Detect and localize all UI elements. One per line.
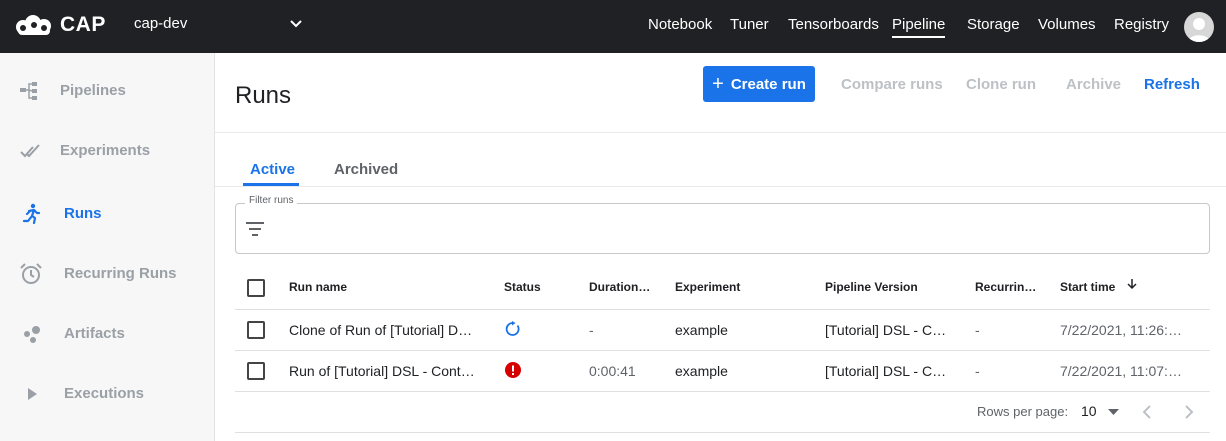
namespace-select[interactable]: cap-dev (134, 15, 187, 32)
column-header-experiment[interactable]: Experiment (675, 280, 740, 294)
refresh-button[interactable]: Refresh (1144, 76, 1200, 93)
sidebar-item-executions[interactable]: Executions (0, 373, 214, 413)
column-header-recurring[interactable]: Recurrin… (975, 280, 1036, 294)
sidebar-item-label: Pipelines (60, 82, 126, 99)
duration-cell: 0:00:41 (589, 363, 636, 379)
column-header-run-name[interactable]: Run name (289, 280, 347, 294)
play-icon (28, 388, 37, 400)
running-status-icon (505, 321, 520, 336)
column-header-start-time[interactable]: Start time (1060, 280, 1115, 294)
duration-cell: - (589, 322, 594, 338)
row-divider (235, 350, 1210, 351)
topnav-registry[interactable]: Registry (1114, 16, 1169, 33)
brand-name: CAP (60, 13, 106, 36)
row-checkbox[interactable] (247, 321, 265, 339)
filter-runs-input[interactable] (235, 203, 1210, 254)
clone-run-button[interactable]: Clone run (966, 76, 1036, 93)
create-run-label: Create run (730, 75, 806, 93)
topnav-volumes[interactable]: Volumes (1038, 16, 1096, 33)
archive-button[interactable]: Archive (1066, 76, 1121, 93)
run-name-link[interactable]: Clone of Run of [Tutorial] D… (289, 322, 472, 338)
pipeline-version-link[interactable]: [Tutorial] DSL - C… (825, 322, 946, 338)
previous-page-icon[interactable] (1141, 404, 1153, 420)
row-divider (235, 391, 1210, 392)
start-time-cell: 7/22/2021, 11:07:… (1060, 363, 1182, 379)
experiment-link[interactable]: example (675, 322, 728, 338)
sidebar-item-recurring-runs[interactable]: Recurring Runs (0, 253, 214, 293)
sidebar-item-label: Runs (64, 205, 102, 222)
topnav-tuner[interactable]: Tuner (730, 16, 769, 33)
alarm-clock-icon (20, 263, 42, 284)
topnav-pipeline[interactable]: Pipeline (892, 16, 946, 38)
app-logo[interactable]: CAP (14, 13, 106, 37)
avatar[interactable] (1184, 12, 1214, 42)
artifacts-icon (24, 326, 40, 343)
column-header-status[interactable]: Status (504, 280, 541, 294)
create-run-button[interactable]: + Create run (703, 66, 815, 102)
filter-runs-label: Filter runs (245, 195, 298, 206)
pipeline-version-link[interactable]: [Tutorial] DSL - C… (825, 363, 946, 379)
footer-divider (235, 432, 1210, 433)
sidebar-item-label: Recurring Runs (64, 265, 177, 282)
topnav-tensorboards[interactable]: Tensorboards (788, 16, 879, 33)
tabs-divider (215, 186, 1226, 187)
runs-icon (22, 203, 41, 225)
rows-per-page-label: Rows per page: (977, 404, 1069, 419)
column-header-duration[interactable]: Duration… (589, 280, 650, 294)
next-page-icon[interactable] (1183, 404, 1195, 420)
cloud-logo-icon (16, 15, 51, 35)
top-bar: CAP cap-dev Notebook Tuner Tensorboards … (0, 0, 1226, 53)
tab-archived[interactable]: Archived (334, 161, 398, 178)
sidebar: Pipelines Experiments Runs Recurring Run… (0, 53, 215, 441)
filter-icon (246, 222, 264, 236)
column-header-pipeline-version[interactable]: Pipeline Version (825, 280, 918, 294)
topnav-notebook[interactable]: Notebook (648, 16, 712, 33)
pipelines-icon (20, 82, 37, 100)
sidebar-item-label: Artifacts (64, 325, 125, 342)
experiments-icon (20, 144, 40, 158)
sidebar-item-experiments[interactable]: Experiments (0, 130, 214, 170)
sidebar-item-label: Experiments (60, 142, 151, 159)
user-icon (1188, 18, 1210, 42)
start-time-cell: 7/22/2021, 11:26:… (1060, 322, 1182, 338)
row-checkbox[interactable] (247, 362, 265, 380)
sidebar-item-artifacts[interactable]: Artifacts (0, 313, 214, 353)
compare-runs-button[interactable]: Compare runs (841, 76, 943, 93)
page-title: Runs (235, 82, 292, 109)
select-all-checkbox[interactable] (247, 279, 265, 297)
error-status-icon (505, 362, 521, 378)
row-divider (235, 309, 1210, 310)
sort-descending-icon[interactable] (1126, 278, 1138, 290)
experiment-link[interactable]: example (675, 363, 728, 379)
rows-per-page-select[interactable]: 10 (1081, 403, 1097, 419)
tab-active[interactable]: Active (250, 161, 295, 178)
caret-down-icon[interactable] (1108, 409, 1119, 415)
recurring-cell: - (975, 322, 980, 338)
topnav-storage[interactable]: Storage (967, 16, 1020, 33)
recurring-cell: - (975, 363, 980, 379)
sidebar-item-runs[interactable]: Runs (0, 193, 214, 233)
run-name-link[interactable]: Run of [Tutorial] DSL - Cont… (289, 363, 475, 379)
sidebar-item-pipelines[interactable]: Pipelines (0, 70, 214, 110)
plus-icon: + (712, 73, 724, 95)
sidebar-item-label: Executions (64, 385, 145, 402)
header-divider (215, 132, 1226, 133)
chevron-down-icon[interactable] (289, 17, 303, 31)
